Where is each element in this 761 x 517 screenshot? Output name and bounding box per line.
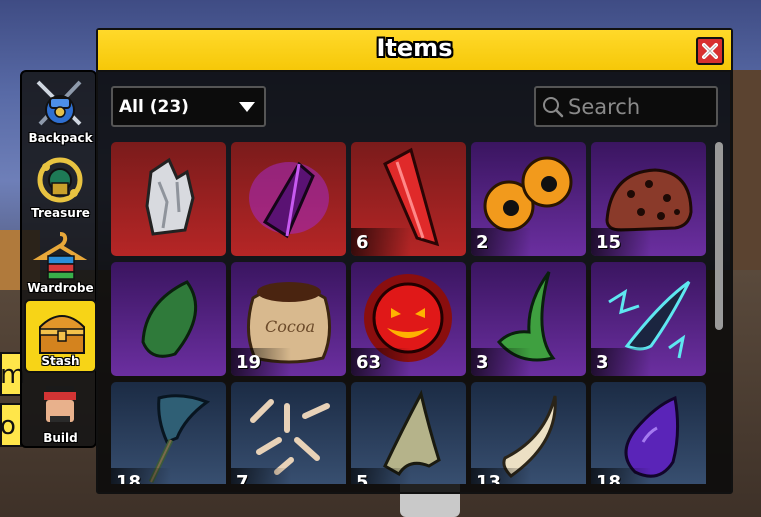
background-dock — [730, 70, 761, 270]
item-quantity: 18 — [116, 472, 142, 484]
sidebar-item-treasure[interactable]: Treasure — [24, 149, 97, 223]
sack-label: Cocoa — [265, 317, 315, 336]
item-slot-ivory-fang[interactable]: 13 — [471, 382, 586, 484]
item-slot-orange-eyes[interactable]: 2 — [471, 142, 586, 256]
item-slot-silver-crystal[interactable] — [111, 142, 226, 256]
close-button[interactable] — [696, 37, 724, 65]
item-slot-green-leaf[interactable] — [111, 262, 226, 376]
item-slot-green-fin[interactable]: 3 — [471, 262, 586, 376]
items-window: Items All (23) Search 6 2 15 Cocoa 19 63… — [96, 28, 733, 494]
filter-value: All (23) — [119, 96, 189, 117]
sidebar-item-label: Backpack — [28, 131, 93, 145]
sidebar-item-label: Stash — [41, 354, 80, 368]
sidebar-item-label: Build — [43, 431, 78, 445]
search-icon — [543, 96, 564, 117]
window-title: Items — [376, 34, 453, 62]
search-input[interactable]: Search — [534, 86, 718, 127]
sidebar-item-wardrobe[interactable]: Wardrobe — [24, 224, 97, 298]
sidebar-item-label: Wardrobe — [27, 281, 94, 295]
stash-chest-icon — [39, 315, 85, 354]
build-avatar-icon — [44, 386, 76, 422]
item-slot-shark-tooth[interactable]: 5 — [351, 382, 466, 484]
item-slot-red-crystal[interactable]: 6 — [351, 142, 466, 256]
item-slot-purple-crystal[interactable] — [231, 142, 346, 256]
sidebar-item-backpack[interactable]: Backpack — [24, 74, 97, 148]
item-quantity: 13 — [476, 472, 502, 484]
treasure-icon — [37, 157, 83, 203]
item-slot-sea-fin-blade[interactable]: 18 — [111, 382, 226, 484]
backpack-icon — [36, 80, 82, 126]
sidebar-item-label: Treasure — [31, 206, 90, 220]
item-slot-flame-pumpkin[interactable]: 63 — [351, 262, 466, 376]
background-sign-fragment: o — [0, 403, 22, 447]
item-quantity: 63 — [356, 352, 382, 373]
sidebar-item-stash[interactable]: Stash — [24, 299, 97, 373]
wardrobe-icon — [32, 232, 88, 280]
chevron-down-icon — [239, 102, 255, 112]
scrollbar[interactable] — [715, 142, 723, 330]
item-quantity: 3 — [476, 352, 489, 373]
item-quantity: 2 — [476, 232, 489, 253]
item-quantity: 7 — [236, 472, 249, 484]
item-slot-purple-drop[interactable]: 18 — [591, 382, 706, 484]
item-slot-bones[interactable]: 7 — [231, 382, 346, 484]
item-quantity: 6 — [356, 232, 369, 253]
item-grid: 6 2 15 Cocoa 19 63 3 3 18 7 5 13 18 — [111, 142, 709, 484]
close-icon — [702, 43, 718, 59]
item-quantity: 3 — [596, 352, 609, 373]
silver-crystal-icon — [145, 157, 195, 236]
green-leaf-icon — [141, 280, 198, 358]
item-slot-electric-scale[interactable]: 3 — [591, 262, 706, 376]
item-slot-spotted-rock[interactable]: 15 — [591, 142, 706, 256]
sidebar: Backpack Treasure Wardrobe Stash Build — [20, 70, 97, 448]
sidebar-item-build[interactable]: Build — [24, 374, 97, 448]
search-placeholder: Search — [568, 94, 641, 119]
filter-dropdown[interactable]: All (23) — [111, 86, 266, 127]
title-bar: Items — [98, 30, 731, 72]
item-slot-cocoa-sack[interactable]: Cocoa 19 — [231, 262, 346, 376]
background-sign-fragment: m — [0, 352, 25, 396]
item-quantity: 5 — [356, 472, 369, 484]
purple-crystal-icon — [249, 161, 329, 239]
item-quantity: 19 — [236, 352, 262, 373]
item-quantity: 15 — [596, 232, 622, 253]
item-quantity: 18 — [596, 472, 622, 484]
